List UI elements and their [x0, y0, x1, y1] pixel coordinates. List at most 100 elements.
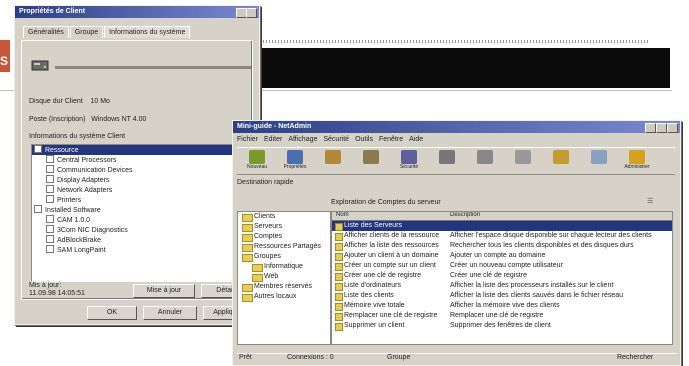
folder-item[interactable]: Informatique [238, 262, 330, 272]
tree-node-icon [46, 185, 54, 193]
tree-item[interactable]: 3Com NIC Diagnostics [32, 225, 250, 235]
toolbar-button[interactable]: Sécurité [393, 150, 425, 171]
column-header-name[interactable]: Nom [336, 212, 349, 218]
toolbar-button[interactable] [545, 150, 577, 164]
row-description: Remplacer une clé de registre [450, 312, 544, 319]
tree-item[interactable]: Installed Software [32, 205, 250, 215]
toolbar-button[interactable] [355, 150, 387, 164]
netadmin-window: Mini-guide - NetAdmin Fichier Editer Affic… [232, 120, 681, 366]
close-button[interactable] [667, 123, 678, 133]
tab-system-info[interactable]: Informations du système [104, 26, 191, 38]
toolbar-button[interactable]: Administrer [621, 150, 653, 171]
tree-node-icon [46, 215, 54, 223]
toolbar-button[interactable] [317, 150, 349, 164]
tab-general[interactable]: Généralités [23, 26, 69, 38]
folder-item[interactable]: Autres locaux [238, 292, 330, 302]
tree-item-label: Installed Software [45, 207, 101, 214]
list-row[interactable]: Liste d'ordinateurs Afficher la liste des… [332, 281, 672, 291]
close-button[interactable] [246, 8, 257, 18]
view-options-icon[interactable]: ☰ [647, 197, 653, 205]
folder-icon [242, 254, 253, 262]
list-row[interactable]: Liste des Serveurs [332, 221, 672, 231]
menu-item[interactable]: Fenêtre [379, 136, 403, 143]
toolbar-icon [363, 150, 379, 164]
updated-timestamp: 11.09.98 14:05:51 [29, 290, 85, 297]
folder-item[interactable]: Groupes [238, 252, 330, 262]
cancel-button[interactable]: Annuler [143, 306, 197, 320]
tree-node-icon [46, 155, 54, 163]
update-button[interactable]: Mise à jour [133, 284, 195, 298]
tree-item[interactable]: Central Processors [32, 155, 250, 165]
toolbar-button[interactable]: Nouveau [241, 150, 273, 171]
tree-item[interactable]: AdBlockBrake [32, 235, 250, 245]
tree-item[interactable]: Printers [32, 195, 250, 205]
folder-icon [242, 234, 253, 242]
menu-item[interactable]: Fichier [237, 136, 258, 143]
tree-item[interactable]: CAM 1.0.0 [32, 215, 250, 225]
folder-label: Informatique [264, 263, 303, 270]
tree-item[interactable]: Network Adapters [32, 185, 250, 195]
row-description: Afficher la liste des clients sauvés dan… [450, 292, 624, 299]
menu-item[interactable]: Aide [409, 136, 423, 143]
tree-item[interactable]: SAM LongPaint [32, 245, 250, 255]
folder-icon [242, 244, 253, 252]
folder-label: Ressources Partagés [254, 243, 321, 250]
list-row[interactable]: Supprimer un client Supprimer des fenêtre… [332, 321, 672, 331]
tab-group[interactable]: Groupe [69, 26, 104, 38]
toolbar-button[interactable] [507, 150, 539, 164]
task-icon [335, 293, 343, 301]
row-name: Liste d'ordinateurs [344, 282, 401, 289]
os-row: Poste (Inscription) Windows NT 4.00 [29, 116, 146, 123]
folder-tree[interactable]: Clients Serveurs Comptes Ressources Partagé… [237, 211, 331, 345]
list-row[interactable]: Mémoire vive totale Afficher la mémoire v… [332, 301, 672, 311]
list-row[interactable]: Ajouter un client à un domaine Ajouter un… [332, 251, 672, 261]
tree-item-label: Display Adapters [57, 177, 110, 184]
tree-item[interactable]: Ressource [32, 145, 250, 155]
row-name: Créer une clé de registre [344, 272, 422, 279]
folder-item[interactable]: Ressources Partagés [238, 242, 330, 252]
minimize-button[interactable] [645, 123, 656, 133]
list-row[interactable]: Afficher clients de la ressource Afficher… [332, 231, 672, 241]
menu-item[interactable]: Affichage [288, 136, 317, 143]
toolbar-icon [325, 150, 341, 164]
toolbar-button[interactable]: Propriétés [279, 150, 311, 171]
menu-item[interactable]: Outils [355, 136, 373, 143]
tree-item[interactable]: Communication Devices [32, 165, 250, 175]
list-row[interactable]: Liste des clients Afficher la liste des c… [332, 291, 672, 301]
task-icon [335, 253, 343, 261]
folder-item[interactable]: Web [238, 272, 330, 282]
folder-item[interactable]: Serveurs [238, 222, 330, 232]
task-list[interactable]: Nom Description Liste des Serveurs Affich… [331, 211, 673, 345]
tree-item-label: Central Processors [57, 157, 117, 164]
toolbar-icon [591, 150, 607, 164]
list-row[interactable]: Créer un compte sur un client Créer un no… [332, 261, 672, 271]
tree-item[interactable]: Display Adapters [32, 175, 250, 185]
tree-item-label: SAM LongPaint [57, 247, 106, 254]
toolbar-button[interactable] [431, 150, 463, 164]
menu-item[interactable]: Sécurité [323, 136, 349, 143]
toolbar-button[interactable] [469, 150, 501, 164]
tree-node-icon [46, 165, 54, 173]
folder-item[interactable]: Membres réservés [238, 282, 330, 292]
ok-button[interactable]: OK [87, 306, 137, 320]
maximize-button[interactable] [656, 123, 667, 133]
folder-icon [242, 224, 253, 232]
disk-size-value: 10 Mo [90, 98, 110, 105]
tree-item-label: 3Com NIC Diagnostics [57, 227, 128, 234]
folder-item[interactable]: Clients [238, 212, 330, 222]
disk-usage-bar [55, 66, 251, 69]
system-tree[interactable]: Ressource Central Processors Communication… [31, 144, 251, 282]
toolbar-icon [515, 150, 531, 164]
list-row[interactable]: Remplacer une clé de registre Remplacer u… [332, 311, 672, 321]
status-bar: Prêt Connexions : 0 Groupe Rechercher [237, 353, 677, 364]
toolbar-button[interactable] [583, 150, 615, 164]
folder-item[interactable]: Comptes [238, 232, 330, 242]
toolbar-button-label: Administrer [624, 164, 650, 170]
column-header-description[interactable]: Description [450, 212, 480, 218]
list-row[interactable]: Afficher la liste des ressources Recherch… [332, 241, 672, 251]
tree-node-icon [46, 245, 54, 253]
menu-item[interactable]: Editer [264, 136, 282, 143]
list-row[interactable]: Créer une clé de registre Créer une clé d… [332, 271, 672, 281]
os-label: Poste (Inscription) [29, 116, 86, 123]
toolbar-icon [287, 150, 303, 164]
